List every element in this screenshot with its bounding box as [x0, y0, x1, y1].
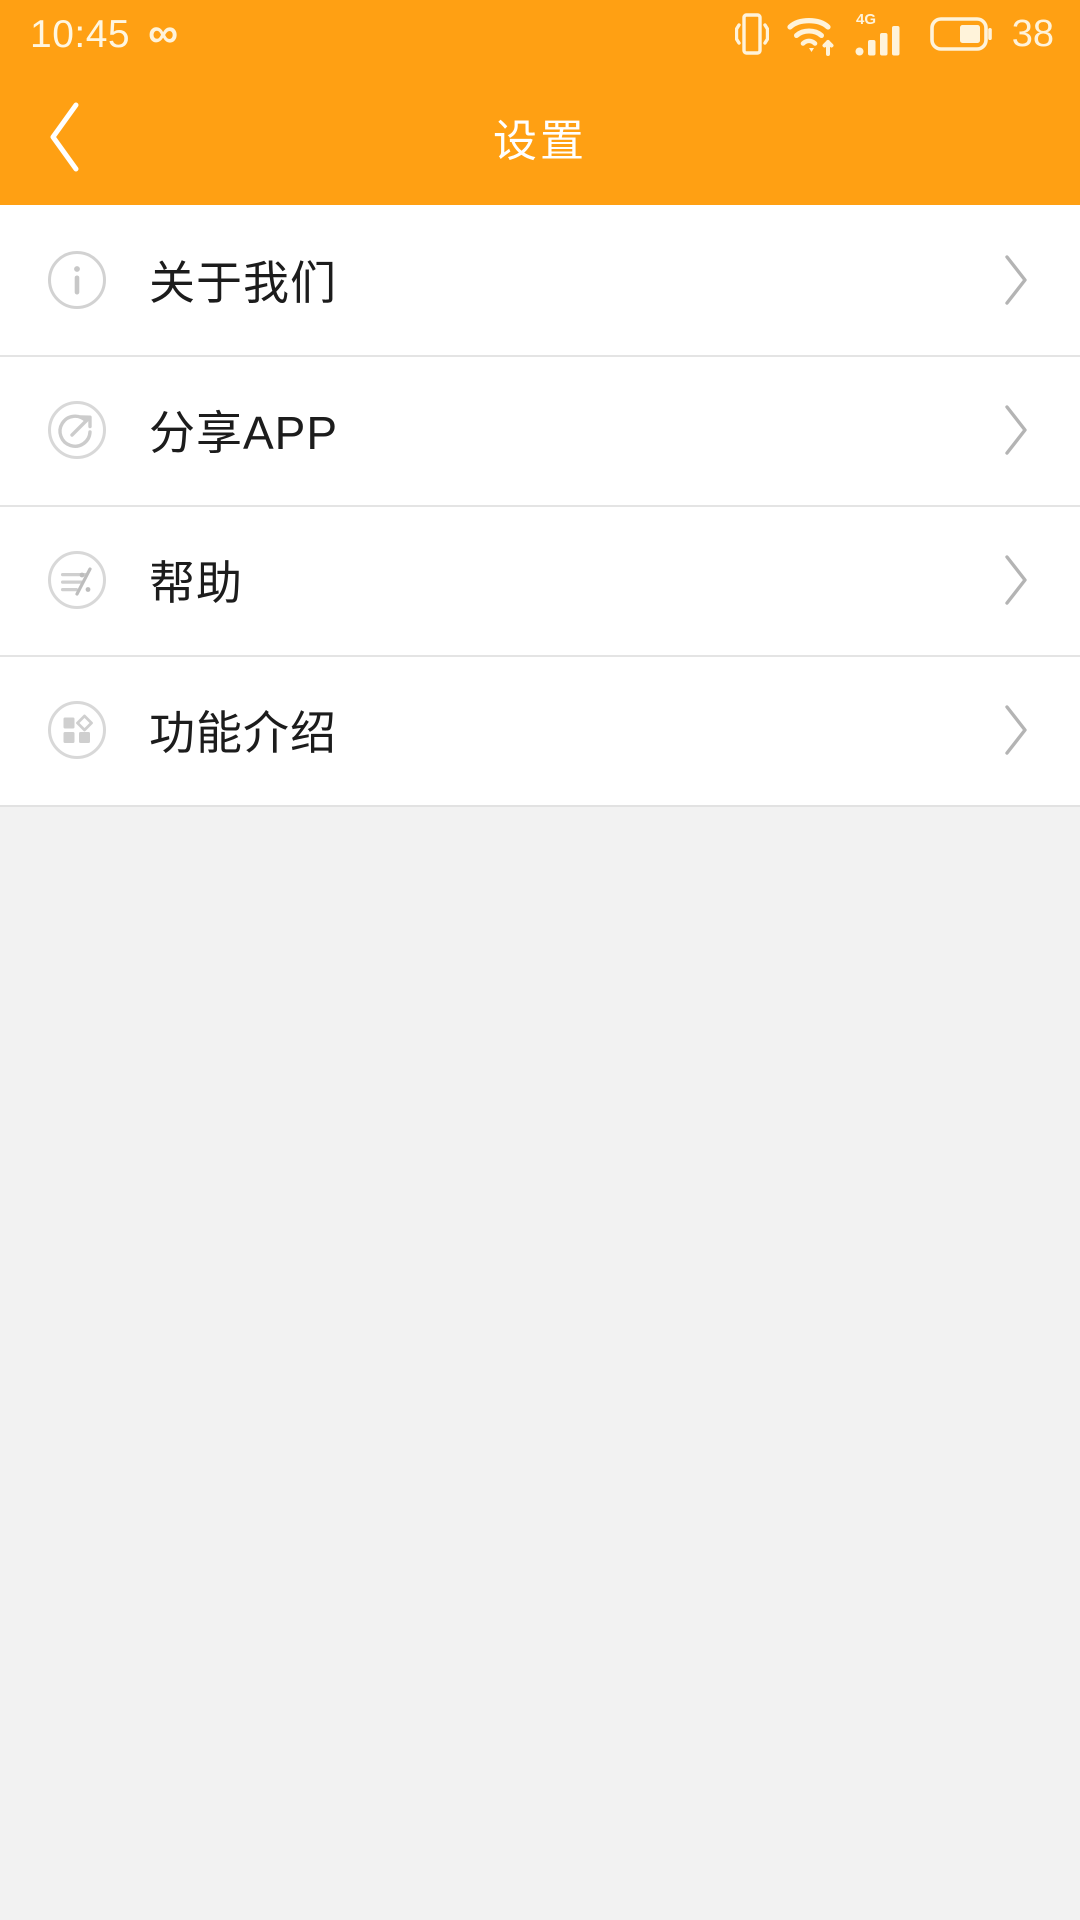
chevron-right-icon — [986, 550, 1046, 610]
list-item-about-us[interactable]: 关于我们 — [0, 205, 1080, 355]
app-header: 设置 — [0, 68, 1080, 205]
list-item-label: 帮助 — [149, 557, 243, 609]
status-bar: 10:45 ∞ 4G 38 — [0, 0, 1080, 68]
status-bar-right: 4G 38 — [734, 10, 1054, 58]
list-item-share-app[interactable]: 分享APP — [0, 355, 1080, 505]
grid-circle-icon — [46, 699, 108, 761]
help-lines-circle-icon — [46, 549, 108, 611]
vibrate-icon — [734, 12, 769, 56]
wifi-icon — [786, 12, 838, 56]
infinity-icon: ∞ — [148, 9, 179, 56]
chevron-right-icon — [986, 700, 1046, 760]
chevron-right-icon — [986, 400, 1046, 460]
svg-text:4G: 4G — [856, 11, 876, 28]
info-circle-icon — [46, 249, 108, 311]
back-button[interactable] — [0, 68, 130, 205]
chevron-right-icon — [986, 250, 1046, 310]
status-bar-clock: 10:45 — [30, 12, 131, 56]
page-title: 设置 — [493, 116, 587, 166]
list-item-help[interactable]: 帮助 — [0, 505, 1080, 655]
battery-icon — [929, 16, 992, 52]
empty-content-area — [0, 807, 1080, 1920]
list-item-label: 关于我们 — [149, 257, 337, 309]
signal-4g-icon: 4G — [855, 10, 913, 58]
list-item-label: 分享APP — [149, 407, 339, 459]
phone-screen: 10:45 ∞ 4G 38 设置 关于我们 分享APP 帮助 功能介绍 — [0, 0, 1080, 1920]
status-bar-left: 10:45 ∞ — [30, 9, 179, 56]
share-circle-icon — [46, 399, 108, 461]
settings-list: 关于我们 分享APP 帮助 功能介绍 — [0, 205, 1080, 807]
list-item-label: 功能介绍 — [149, 707, 337, 759]
chevron-left-icon — [42, 99, 88, 175]
battery-percent-label: 38 — [1011, 13, 1054, 55]
list-item-feature-intro[interactable]: 功能介绍 — [0, 655, 1080, 805]
